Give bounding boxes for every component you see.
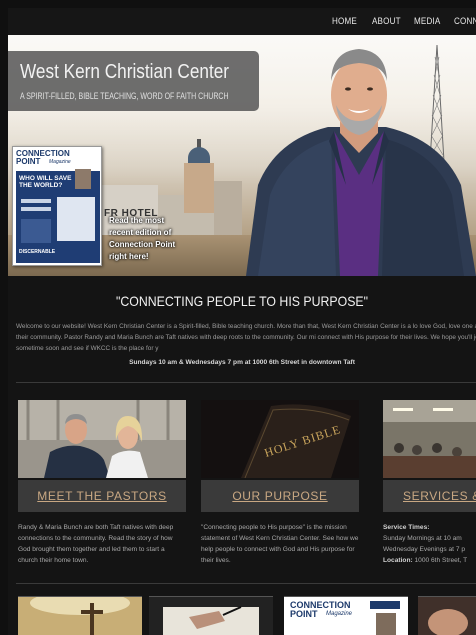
magazine-thumb-badge [370, 601, 400, 609]
magazine-thumbnail[interactable]: CONNECTION POINT Magazine [284, 596, 408, 635]
nav-home[interactable]: HOME [332, 16, 357, 27]
magazine-text-block [21, 199, 51, 203]
magazine-name-line2: POINT [16, 157, 41, 166]
divider [16, 583, 476, 584]
cross-thumbnail[interactable] [18, 596, 142, 635]
welcome-text: Welcome to our website! West Kern Christ… [16, 323, 476, 352]
partial-thumbnail[interactable] [418, 596, 476, 635]
nav-media[interactable]: MEDIA [414, 16, 440, 27]
location-address: 1000 6th Street, T [414, 557, 468, 564]
nav-about[interactable]: ABOUT [372, 16, 401, 27]
writing-hand-art [149, 597, 273, 635]
clock-tower [184, 163, 214, 213]
wednesday-time: Wednesday Evenings at 7 p [383, 546, 465, 553]
site-tagline: A SPIRIT-FILLED, BIBLE TEACHING, WORD OF… [20, 91, 229, 101]
bible-photo-art [201, 400, 359, 478]
services-photo-art [383, 400, 476, 478]
pastor-photo [246, 49, 476, 276]
page: HOME ABOUT MEDIA CONN FR HOTEL [8, 8, 476, 635]
services-info: Service Times: Sunday Mornings at 10 am … [383, 522, 476, 566]
meet-the-pastors-label: MEET THE PASTORS [37, 489, 167, 503]
purpose-description: "Connecting people to His purpose" is th… [201, 524, 359, 564]
partial-thumbnail-art [418, 597, 476, 635]
sunday-time: Sunday Mornings at 10 am [383, 535, 462, 542]
magazine-inset [57, 197, 95, 241]
nav-connect[interactable]: CONN [454, 16, 476, 27]
services-photo[interactable] [383, 400, 476, 478]
site-title[interactable]: West Kern Christian Center [20, 61, 229, 84]
writing-thumbnail[interactable] [149, 596, 273, 635]
services-button[interactable]: SERVICES & [383, 480, 476, 512]
magazine-inset-photo [21, 219, 51, 243]
pastors-photo[interactable] [18, 400, 186, 478]
service-times-line: Sundays 10 am & Wednesdays 7 pm at 1000 … [129, 359, 355, 366]
magazine-headline: WHO WILL SAVE THE WORLD? [19, 175, 72, 189]
mission-heading: "CONNECTING PEOPLE TO HIS PURPOSE" [115, 293, 369, 309]
meet-the-pastors-button[interactable]: MEET THE PASTORS [18, 480, 186, 512]
top-nav: HOME ABOUT MEDIA CONN [8, 8, 476, 35]
pastors-description: Randy & Maria Bunch are both Taft native… [18, 524, 174, 564]
magazine-thumb-line2: POINT [290, 609, 318, 619]
hero-banner: FR HOTEL West Kern Christian Center A SP… [8, 35, 476, 276]
services-label: SERVICES & [403, 489, 476, 503]
bible-photo[interactable]: HOLY BIBLE [201, 400, 359, 478]
magazine-cover[interactable]: CONNECTION POINT Magazine WHO WILL SAVE … [12, 146, 102, 266]
pastors-photo-art [18, 400, 186, 478]
divider [16, 382, 476, 383]
location-label: Location: [383, 557, 413, 564]
cross-icon [18, 597, 142, 635]
magazine-footer: DISCERNABLE [19, 249, 56, 255]
magazine-subtitle: Magazine [49, 159, 71, 165]
service-times-heading: Service Times: [383, 524, 430, 531]
magazine-thumb-photo [376, 613, 396, 635]
magazine-thumb-subtitle: Magazine [326, 611, 353, 617]
our-purpose-button[interactable]: OUR PURPOSE [201, 480, 359, 512]
magazine-caption-link[interactable]: Read the most recent edition of Connecti… [109, 215, 189, 263]
magazine-photo [75, 169, 91, 189]
magazine-text-block [21, 207, 51, 211]
our-purpose-label: OUR PURPOSE [232, 489, 328, 503]
site-title-box[interactable]: West Kern Christian Center A SPIRIT-FILL… [8, 51, 259, 111]
